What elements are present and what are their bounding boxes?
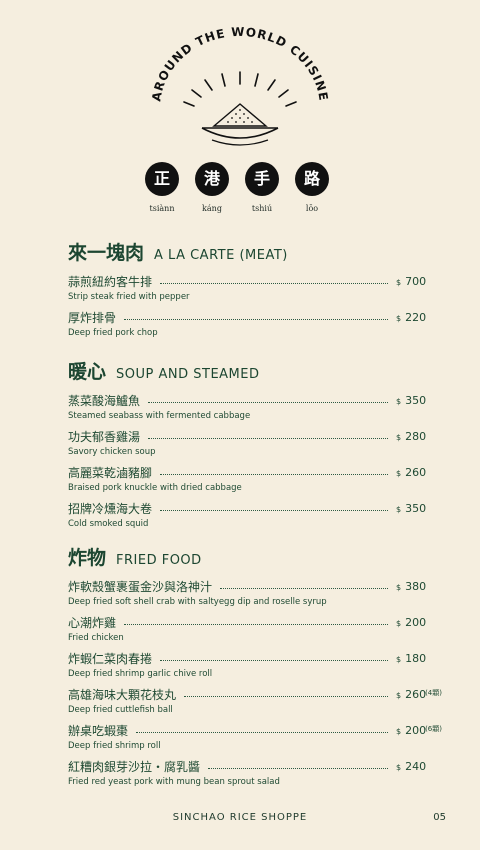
item-name-zh: 高雄海味大顆花枝丸 <box>68 687 177 702</box>
menu-item: 炸蝦仁菜肉春捲 $180 Deep fried shrimp garlic chi… <box>68 649 428 685</box>
item-name-zh: 蒜煎紐約客牛排 <box>68 274 153 289</box>
menu-item: 高麗菜乾滷豬腳 $260 Braised pork knuckle with dr… <box>68 463 428 499</box>
menu-item: 招牌冷燻海大卷 $350 Cold smoked squid <box>68 499 428 535</box>
logo-characters: 正 港 手 路 <box>0 162 480 196</box>
logo-char-circle: 手 <box>245 162 279 196</box>
leader-dots <box>160 282 388 284</box>
menu-section-meat: 來一塊肉 A LA CARTE (MEAT) 蒜煎紐約客牛排 $700 Strip… <box>68 238 428 344</box>
menu-section-soup: 暖心 SOUP AND STEAMED 蒸菜酸海鱸魚 $350 Steamed s… <box>68 357 428 535</box>
item-price: $200 <box>396 723 427 737</box>
leader-dots <box>148 437 388 439</box>
item-name-en: Fried chicken <box>68 633 124 643</box>
leader-dots <box>208 767 388 769</box>
section-heading: 暖心 SOUP AND STEAMED <box>68 357 428 387</box>
menu-item: 蒜煎紐約客牛排 $700 Strip steak fried with peppe… <box>68 272 428 308</box>
menu-item: 紅糟肉銀芽沙拉・腐乳醬 $240 Fried red yeast pork wit… <box>68 757 428 793</box>
section-heading: 來一塊肉 A LA CARTE (MEAT) <box>68 238 428 268</box>
item-name-en: Fried red yeast pork with mung bean spro… <box>68 777 280 787</box>
item-price: $350 <box>396 501 427 515</box>
item-name-en: Deep fried shrimp roll <box>68 741 161 751</box>
section-title-zh: 暖心 <box>68 361 107 383</box>
leader-dots <box>184 695 388 697</box>
menu-item: 辦桌吃蝦棗 $200 (6顆) Deep fried shrimp roll <box>68 721 442 757</box>
section-title-zh: 炸物 <box>68 547 107 569</box>
item-price: $200 <box>396 615 427 629</box>
item-name-zh: 心潮炸雞 <box>68 615 117 630</box>
item-price: $380 <box>396 579 427 593</box>
item-name-en: Cold smoked squid <box>68 519 149 529</box>
item-price: $240 <box>396 759 427 773</box>
section-title-en: SOUP AND STEAMED <box>116 367 260 382</box>
item-name-zh: 辦桌吃蝦棗 <box>68 723 129 738</box>
item-name-zh: 招牌冷燻海大卷 <box>68 501 153 516</box>
item-quantity-note: (6顆) <box>425 725 442 733</box>
item-name-en: Deep fried cuttlefish ball <box>68 705 173 715</box>
leader-dots <box>136 731 388 733</box>
item-name-zh: 炸蝦仁菜肉春捲 <box>68 651 153 666</box>
item-name-zh: 炸軟殼蟹裹蛋金沙與洛神汁 <box>68 579 213 594</box>
item-price: $700 <box>396 274 427 288</box>
item-name-zh: 高麗菜乾滷豬腳 <box>68 465 153 480</box>
section-heading: 炸物 FRIED FOOD <box>68 543 428 573</box>
leader-dots <box>160 509 388 511</box>
item-price: $280 <box>396 429 427 443</box>
leader-dots <box>124 623 388 625</box>
item-name-zh: 蒸菜酸海鱸魚 <box>68 393 141 408</box>
leader-dots <box>160 659 388 661</box>
item-quantity-note: (4顆) <box>425 689 442 697</box>
item-price: $260 <box>396 687 427 701</box>
item-name-zh: 紅糟肉銀芽沙拉・腐乳醬 <box>68 759 201 774</box>
leader-dots <box>148 401 388 403</box>
menu-item: 厚炸排骨 $220 Deep fried pork chop <box>68 308 428 344</box>
logo-char-circle: 港 <box>195 162 229 196</box>
logo-char-circle: 正 <box>145 162 179 196</box>
item-name-en: Savory chicken soup <box>68 447 156 457</box>
item-name-zh: 厚炸排骨 <box>68 310 117 325</box>
logo-char-circle: 路 <box>295 162 329 196</box>
section-title-en: FRIED FOOD <box>116 553 202 568</box>
item-price: $220 <box>396 310 427 324</box>
leader-dots <box>220 587 388 589</box>
menu-section-fried: 炸物 FRIED FOOD 炸軟殼蟹裹蛋金沙與洛神汁 $380 Deep frie… <box>68 543 442 793</box>
page-number: 05 <box>433 812 446 823</box>
menu-item: 高雄海味大顆花枝丸 $260 (4顆) Deep fried cuttlefish… <box>68 685 442 721</box>
logo-arc-text: AROUND THE WORLD CUISINE <box>149 25 329 103</box>
svg-text:AROUND THE WORLD CUISINE: AROUND THE WORLD CUISINE <box>149 25 330 103</box>
logo-romanization: lōo <box>305 204 319 213</box>
menu-item: 功夫郁香雞湯 $280 Savory chicken soup <box>68 427 428 463</box>
item-price: $350 <box>396 393 427 407</box>
item-name-en: Braised pork knuckle with dried cabbage <box>68 483 242 493</box>
item-name-en: Strip steak fried with pepper <box>68 292 190 302</box>
menu-item: 心潮炸雞 $200 Fried chicken <box>68 613 428 649</box>
leader-dots <box>124 318 388 320</box>
item-name-en: Deep fried soft shell crab with saltyegg… <box>68 597 327 607</box>
logo-emblem-icon: AROUND THE WORLD CUISINE <box>149 25 330 146</box>
menu-item: 炸軟殼蟹裹蛋金沙與洛神汁 $380 Deep fried soft shell c… <box>68 577 428 613</box>
section-title-zh: 來一塊肉 <box>68 242 145 264</box>
section-title-en: A LA CARTE (MEAT) <box>154 248 288 263</box>
leader-dots <box>160 473 388 475</box>
item-name-en: Deep fried pork chop <box>68 328 158 338</box>
item-price: $180 <box>396 651 427 665</box>
item-name-zh: 功夫郁香雞湯 <box>68 429 141 444</box>
menu-item: 蒸菜酸海鱸魚 $350 Steamed seabass with fermente… <box>68 391 428 427</box>
item-name-en: Deep fried shrimp garlic chive roll <box>68 669 213 679</box>
item-name-en: Steamed seabass with fermented cabbage <box>68 411 251 421</box>
item-price: $260 <box>396 465 427 479</box>
footer-brand: SINCHAO RICE SHOPPE <box>172 812 308 823</box>
